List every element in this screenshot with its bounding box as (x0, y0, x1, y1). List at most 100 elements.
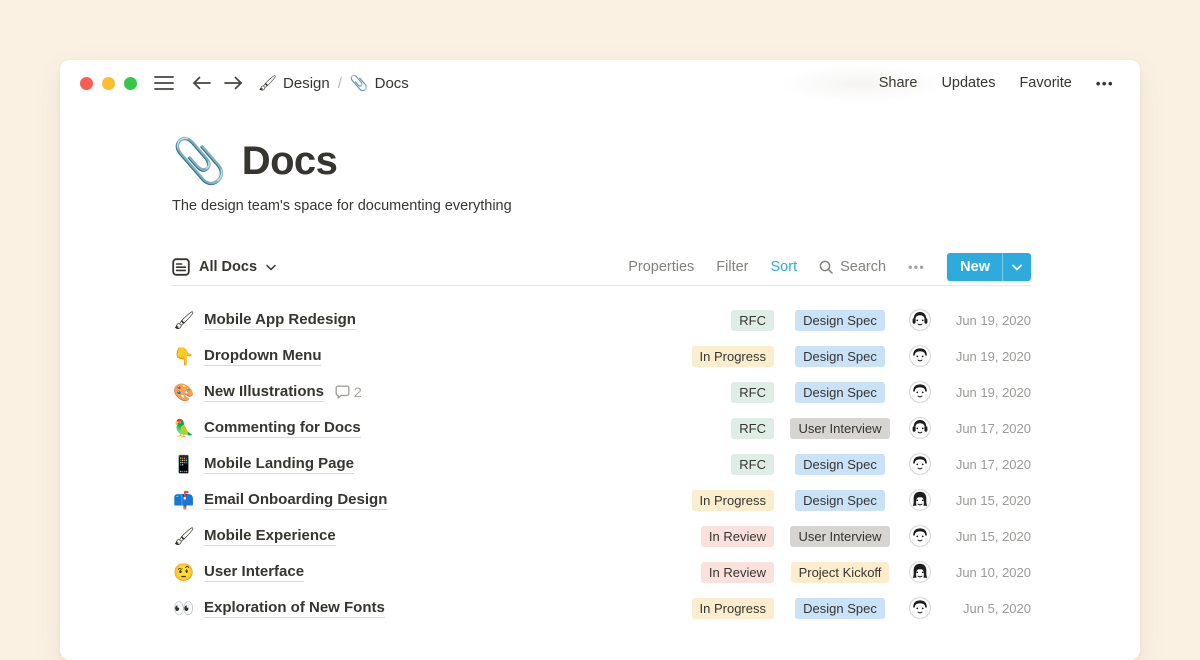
sidebar-menu-icon[interactable] (154, 75, 174, 91)
doc-type-tag[interactable]: Design Spec (795, 346, 885, 367)
doc-title-link[interactable]: Mobile Landing Page (204, 455, 354, 474)
doc-emoji-icon: 📱 (172, 456, 196, 473)
doc-type-tag[interactable]: Project Kickoff (791, 562, 890, 583)
table-row[interactable]: 🖌 Mobile Experience In Review User Intervie… (172, 518, 1031, 554)
doc-date: Jun 17, 2020 (945, 421, 1031, 436)
doc-type-tag[interactable]: User Interview (790, 526, 889, 547)
zoom-window-button[interactable] (124, 77, 137, 90)
view-switcher-all-docs[interactable]: All Docs (172, 258, 276, 276)
doc-type-tag[interactable]: Design Spec (795, 382, 885, 403)
doc-title-link[interactable]: Commenting for Docs (204, 419, 361, 438)
breadcrumb-separator: / (337, 75, 343, 92)
doc-emoji-icon: 🦜 (172, 420, 196, 437)
status-tag[interactable]: In Progress (692, 598, 774, 619)
doc-emoji-icon: 👀 (172, 600, 196, 617)
doc-title-link[interactable]: User Interface (204, 563, 304, 582)
doc-type-tag[interactable]: Design Spec (795, 598, 885, 619)
topbar: 🖌 Design / 📎 Docs Share Updates Favorite… (60, 60, 1140, 106)
table-header-divider (172, 285, 1031, 286)
doc-type-tag[interactable]: Design Spec (795, 454, 885, 475)
view-toolbar: All Docs Properties Filter Sort Search •… (172, 253, 1031, 281)
toolbar-more-icon[interactable]: ••• (908, 260, 925, 274)
doc-date: Jun 19, 2020 (945, 349, 1031, 364)
filter-button[interactable]: Filter (716, 259, 748, 275)
search-icon (819, 260, 833, 274)
doc-emoji-icon: 👇 (172, 348, 196, 365)
doc-title-link[interactable]: Dropdown Menu (204, 347, 321, 366)
sort-button[interactable]: Sort (771, 259, 798, 275)
comment-count-badge[interactable]: 2 (335, 384, 362, 400)
window-controls (80, 77, 137, 90)
table-row[interactable]: 👀 Exploration of New Fonts In Progress Desi… (172, 590, 1031, 626)
forward-arrow-icon[interactable] (224, 76, 243, 90)
status-tag[interactable]: In Progress (692, 346, 774, 367)
favorite-button[interactable]: Favorite (1019, 75, 1071, 91)
table-row[interactable]: 🦜 Commenting for Docs RFC User Interview Jun… (172, 410, 1031, 446)
avatar (909, 309, 931, 331)
table-row[interactable]: 📫 Email Onboarding Design In Progress Desig… (172, 482, 1031, 518)
new-dropdown-chevron-icon[interactable] (1003, 253, 1031, 281)
doc-type-tag[interactable]: Design Spec (795, 490, 885, 511)
doc-date: Jun 5, 2020 (945, 601, 1031, 616)
chevron-down-icon (266, 264, 276, 271)
status-tag[interactable]: In Progress (692, 490, 774, 511)
avatar (909, 561, 931, 583)
table-row[interactable]: 🤨 User Interface In Review Project Kickoff J… (172, 554, 1031, 590)
breadcrumb-label: Design (283, 75, 330, 92)
status-tag[interactable]: In Review (701, 562, 774, 583)
doc-title-link[interactable]: Exploration of New Fonts (204, 599, 385, 618)
comment-bubble-icon (335, 385, 350, 399)
avatar (909, 345, 931, 367)
doc-emoji-icon: 🤨 (172, 564, 196, 581)
breadcrumb-item-docs[interactable]: 📎 Docs (350, 74, 409, 92)
status-tag[interactable]: RFC (731, 454, 774, 475)
status-tag[interactable]: RFC (731, 418, 774, 439)
table-row[interactable]: 🖌 Mobile App Redesign RFC Design Spec Jun 19… (172, 302, 1031, 338)
status-tag[interactable]: RFC (731, 382, 774, 403)
status-tag[interactable]: In Review (701, 526, 774, 547)
search-button[interactable]: Search (819, 259, 886, 275)
paintbrush-icon: 🖌 (258, 74, 277, 92)
doc-date: Jun 10, 2020 (945, 565, 1031, 580)
page-icon-paperclip: 📎 (172, 140, 227, 184)
doc-type-tag[interactable]: User Interview (790, 418, 889, 439)
doc-date: Jun 19, 2020 (945, 313, 1031, 328)
doc-type-tag[interactable]: Design Spec (795, 310, 885, 331)
minimize-window-button[interactable] (102, 77, 115, 90)
comment-count: 2 (354, 384, 362, 400)
paperclip-icon: 📎 (350, 74, 369, 92)
table-row[interactable]: 📱 Mobile Landing Page RFC Design Spec Jun 17… (172, 446, 1031, 482)
properties-button[interactable]: Properties (628, 259, 694, 275)
avatar (909, 381, 931, 403)
breadcrumb-item-design[interactable]: 🖌 Design (258, 74, 330, 92)
doc-title-link[interactable]: Mobile Experience (204, 527, 336, 546)
doc-emoji-icon: 🖌 (172, 528, 196, 545)
doc-date: Jun 19, 2020 (945, 385, 1031, 400)
doc-title-link[interactable]: Email Onboarding Design (204, 491, 387, 510)
avatar (909, 417, 931, 439)
doc-title-link[interactable]: New Illustrations (204, 383, 324, 402)
breadcrumb: 🖌 Design / 📎 Docs (258, 74, 409, 92)
artifact-smudge (782, 66, 942, 102)
breadcrumb-label: Docs (375, 75, 409, 92)
doc-date: Jun 15, 2020 (945, 529, 1031, 544)
avatar (909, 453, 931, 475)
avatar (909, 525, 931, 547)
back-arrow-icon[interactable] (192, 76, 211, 90)
table-row[interactable]: 👇 Dropdown Menu In Progress Design Spec Jun … (172, 338, 1031, 374)
doc-emoji-icon: 📫 (172, 492, 196, 509)
page-subtitle: The design team's space for documenting … (172, 198, 1031, 214)
app-window: 🖌 Design / 📎 Docs Share Updates Favorite… (60, 60, 1140, 660)
doc-title-link[interactable]: Mobile App Redesign (204, 311, 356, 330)
new-button-label: New (947, 253, 1002, 281)
more-options-icon[interactable]: ••• (1096, 76, 1114, 91)
list-view-icon (172, 258, 190, 276)
status-tag[interactable]: RFC (731, 310, 774, 331)
updates-button[interactable]: Updates (941, 75, 995, 91)
doc-date: Jun 17, 2020 (945, 457, 1031, 472)
close-window-button[interactable] (80, 77, 93, 90)
doc-emoji-icon: 🎨 (172, 384, 196, 401)
doc-emoji-icon: 🖌 (172, 312, 196, 329)
new-button[interactable]: New (947, 253, 1031, 281)
table-row[interactable]: 🎨 New Illustrations 2 RFC Design Spec Jun 19,… (172, 374, 1031, 410)
